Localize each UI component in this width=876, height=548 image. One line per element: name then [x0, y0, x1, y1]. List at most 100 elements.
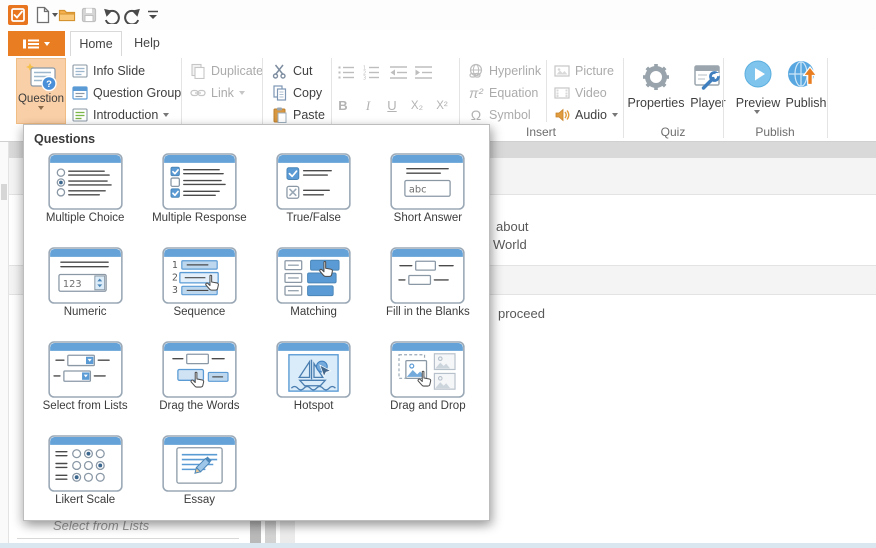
hotspot-icon — [276, 341, 351, 398]
introduction-label: Introduction — [93, 108, 158, 122]
question-type-matching[interactable]: Matching — [257, 247, 371, 341]
tab-home-label: Home — [79, 37, 112, 51]
player-button[interactable]: Player — [685, 96, 731, 110]
duplicate-button[interactable]: Duplicate — [190, 61, 263, 81]
increase-indent-icon[interactable] — [414, 65, 433, 80]
cut-label: Cut — [293, 64, 312, 78]
question-type-multiple-response[interactable]: Multiple Response — [142, 153, 256, 247]
video-button[interactable]: Video — [554, 83, 607, 103]
copy-button[interactable]: Copy — [272, 83, 322, 103]
short-answer-icon: abc — [390, 153, 465, 210]
svg-text:abc: abc — [409, 184, 427, 195]
matching-icon — [276, 247, 351, 304]
italic-button[interactable]: I — [357, 96, 379, 116]
question-type-drag-and-drop[interactable]: Drag and Drop — [371, 341, 485, 435]
numbered-list-icon[interactable]: 123 — [363, 65, 381, 80]
app-window: Home Help ? Question Info Slide — [0, 0, 876, 548]
scrollbar-thumb[interactable] — [1, 184, 7, 200]
question-type-true-false[interactable]: True/False — [257, 153, 371, 247]
svg-text:2: 2 — [172, 272, 178, 283]
true-false-icon — [276, 153, 351, 210]
question-button[interactable]: ? Question — [16, 58, 66, 124]
bullet-list-icon[interactable] — [338, 65, 356, 80]
svg-text:?: ? — [46, 79, 52, 90]
question-type-likert-scale[interactable]: Likert Scale — [28, 435, 142, 529]
customize-toolbar-icon[interactable] — [146, 6, 160, 24]
question-button-icon: ? — [24, 62, 58, 92]
preview-caret-icon[interactable] — [754, 110, 760, 114]
equation-label: Equation — [489, 86, 538, 100]
ribbon-separator — [827, 58, 828, 138]
superscript-button[interactable]: X² — [431, 96, 453, 116]
audio-label: Audio — [575, 108, 607, 122]
numeric-icon: 123 — [48, 247, 123, 304]
tab-home[interactable]: Home — [70, 31, 122, 56]
properties-button[interactable]: Properties — [622, 96, 690, 110]
redo-icon[interactable] — [123, 6, 141, 24]
essay-icon — [162, 435, 237, 492]
left-scrollbar-rail — [0, 142, 9, 548]
group-label-quiz: Quiz — [623, 125, 723, 139]
drag-the-words-icon — [162, 341, 237, 398]
cut-button[interactable]: Cut — [272, 61, 312, 81]
question-type-label: Fill in the Blanks — [386, 306, 470, 318]
preview-button[interactable]: Preview — [733, 96, 783, 110]
link-button[interactable]: Link — [190, 83, 245, 103]
menu-list-icon — [23, 38, 39, 50]
subscript-button[interactable]: X₂ — [406, 96, 428, 116]
question-type-drag-the-words[interactable]: Drag the Words — [142, 341, 256, 435]
symbol-button[interactable]: Ω Symbol — [468, 105, 531, 125]
preview-icon[interactable] — [743, 59, 773, 89]
question-type-select-from-lists[interactable]: Select from Lists — [28, 341, 142, 435]
paste-button[interactable]: Paste — [272, 105, 325, 125]
tab-help[interactable]: Help — [122, 31, 172, 55]
properties-gear-icon[interactable] — [640, 61, 672, 93]
undo-icon[interactable] — [103, 6, 121, 24]
svg-text:123: 123 — [63, 279, 82, 290]
underline-button[interactable]: U — [381, 96, 403, 116]
bold-button[interactable]: B — [332, 96, 354, 116]
question-type-hotspot[interactable]: Hotspot — [257, 341, 371, 435]
open-folder-icon[interactable] — [58, 6, 76, 24]
menu-caret-icon — [44, 42, 50, 46]
info-slide-label: Info Slide — [93, 64, 145, 78]
copy-icon — [272, 85, 288, 101]
audio-caret-icon — [612, 113, 618, 117]
decrease-indent-icon[interactable] — [389, 65, 408, 80]
picture-button[interactable]: Picture — [554, 61, 614, 81]
hyperlink-label: Hyperlink — [489, 64, 541, 78]
duplicate-label: Duplicate — [211, 64, 263, 78]
question-type-label: Essay — [184, 494, 215, 506]
question-type-label: Multiple Response — [152, 212, 247, 224]
question-type-numeric[interactable]: 123 Numeric — [28, 247, 142, 341]
hyperlink-button[interactable]: Hyperlink — [468, 61, 541, 81]
question-type-sequence[interactable]: 1 2 3 Sequence — [142, 247, 256, 341]
svg-text:3: 3 — [172, 285, 178, 296]
question-type-label: Sequence — [173, 306, 225, 318]
copy-label: Copy — [293, 86, 322, 100]
question-group-button[interactable]: Question Group — [72, 83, 181, 103]
question-type-multiple-choice[interactable]: Multiple Choice — [28, 153, 142, 247]
question-type-short-answer[interactable]: abc Short Answer — [371, 153, 485, 247]
info-slide-button[interactable]: Info Slide — [72, 61, 145, 81]
player-icon[interactable] — [693, 63, 723, 91]
new-document-icon[interactable] — [34, 6, 52, 24]
audio-button[interactable]: Audio — [554, 105, 618, 125]
symbol-label: Symbol — [489, 108, 531, 122]
app-menu-button[interactable] — [8, 31, 65, 56]
tab-help-label: Help — [134, 36, 160, 50]
multiple-response-icon — [162, 153, 237, 210]
question-type-label: Select from Lists — [43, 400, 128, 412]
equation-button[interactable]: π² Equation — [468, 83, 538, 103]
save-icon[interactable] — [80, 6, 98, 24]
introduction-button[interactable]: Introduction — [72, 105, 169, 125]
question-type-fill-in-the-blanks[interactable]: Fill in the Blanks — [371, 247, 485, 341]
questions-dropdown-panel: Questions Multiple Choice — [23, 124, 490, 521]
question-type-label: Multiple Choice — [46, 212, 125, 224]
question-group-icon — [72, 85, 88, 101]
cut-icon — [272, 63, 288, 79]
publish-button[interactable]: Publish — [781, 96, 831, 110]
link-icon — [190, 85, 206, 101]
question-type-essay[interactable]: Essay — [142, 435, 256, 529]
publish-icon[interactable] — [787, 59, 819, 89]
